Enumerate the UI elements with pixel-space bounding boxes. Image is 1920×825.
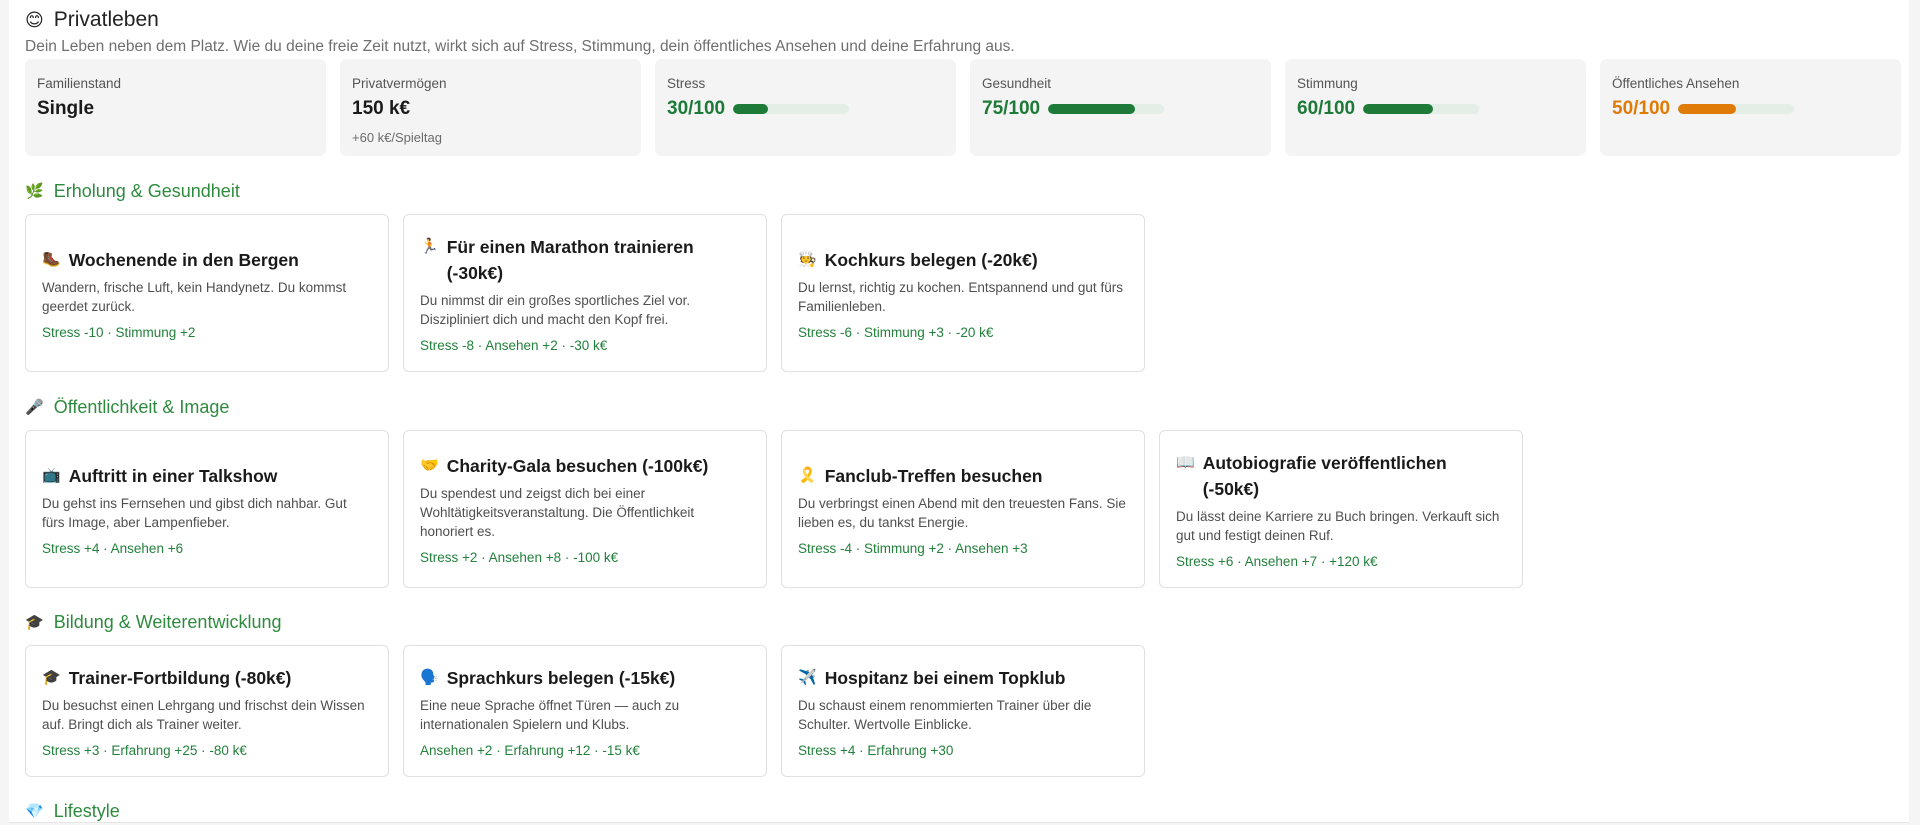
card-description: Du lernst, richtig zu kochen. Entspannen… [798,279,1123,314]
stat-value: 50/100 [1612,98,1671,119]
card-effects: Ansehen +2 · Erfahrung +12 · -15 k€ [420,742,640,758]
card-title: Für einen Marathon trainieren (-30k€) [446,236,694,283]
book-icon: 📖 [1176,453,1195,471]
page-title: Privatleben [53,8,159,31]
runner-icon: 🏃 [420,237,439,255]
stat-stress: Stress 30/100 [655,59,956,156]
ribbon-icon: 🎗️ [798,466,817,484]
section-bildung-cards: 🎓 Trainer-Fortbildung (-80k€) Du besuchst… [25,645,1145,777]
card-description: Du nimmst dir ein großes sportliches Zie… [420,292,691,327]
gem-icon: 💎 [25,802,44,820]
card-description: Eine neue Sprache öffnet Türen — auch zu… [420,697,680,732]
card-description: Du lässt deine Karriere zu Buch bringen.… [1176,508,1500,543]
card-title: Kochkurs belegen (-20k€) [824,249,1038,270]
activity-card-kochkurs[interactable]: 🧑‍🍳 Kochkurs belegen (-20k€) Du lernst, r… [781,214,1145,372]
activity-card-marathon[interactable]: 🏃 Für einen Marathon trainieren (-30k€) D… [403,214,767,372]
ansehen-bar-fill [1678,104,1737,114]
hiking-boot-icon: 🥾 [42,250,61,268]
page-header: 😊 Privatleben [25,8,159,32]
card-title: Hospitanz bei einem Topklub [824,667,1066,688]
activity-card-charity-gala[interactable]: 🤝 Charity-Gala besuchen (-100k€) Du spend… [403,430,767,588]
activity-card-hospitanz[interactable]: ✈️ Hospitanz bei einem Topklub Du schaust… [781,645,1145,777]
card-description: Wandern, frische Luft, kein Handynetz. D… [42,279,347,314]
card-effects: Stress +3 · Erfahrung +25 · -80 k€ [42,742,247,758]
card-description: Du spendest und zeigst dich bei einer Wo… [420,486,695,539]
stat-privatvermoegen: Privatvermögen 150 k€ +60 k€/Spieltag [340,59,641,156]
card-title: Fanclub-Treffen besuchen [824,465,1043,486]
card-description: Du gehst ins Fernsehen und gibst dich na… [42,495,347,530]
gesundheit-bar [1048,104,1165,114]
card-title: Wochenende in den Bergen [68,249,299,270]
stat-stimmung: Stimmung 60/100 [1285,59,1586,156]
card-title: Autobiografie veröffentlichen (-50k€) [1202,452,1447,499]
section-title: Erholung & Gesundheit [53,180,240,201]
card-effects: Stress -10 · Stimmung +2 [42,324,196,340]
privatleben-panel: 😊 Privatleben Dein Leben neben dem Platz… [9,0,1909,823]
stat-ansehen: Öffentliches Ansehen 50/100 [1600,59,1901,156]
cook-icon: 🧑‍🍳 [798,250,817,268]
section-erholung-heading: 🌿 Erholung & Gesundheit [25,180,240,202]
stat-gesundheit: Gesundheit 75/100 [970,59,1271,156]
stat-label: Stimmung [1297,76,1358,91]
card-effects: Stress -8 · Ansehen +2 · -30 k€ [420,337,608,353]
activity-card-trainer-fortbildung[interactable]: 🎓 Trainer-Fortbildung (-80k€) Du besuchst… [25,645,389,777]
stat-label: Öffentliches Ansehen [1612,76,1740,91]
section-oeffentlichkeit-heading: 🎤 Öffentlichkeit & Image [25,396,229,418]
activity-card-bergwochenende[interactable]: 🥾 Wochenende in den Bergen Wandern, frisc… [25,214,389,372]
activity-card-fanclub[interactable]: 🎗️ Fanclub-Treffen besuchen Du verbringst… [781,430,1145,588]
section-title: Lifestyle [53,800,120,821]
activity-card-talkshow[interactable]: 📺 Auftritt in einer Talkshow Du gehst ins… [25,430,389,588]
stat-value: 60/100 [1297,98,1356,119]
card-effects: Stress +4 · Ansehen +6 [42,540,184,556]
handshake-icon: 🤝 [420,457,439,474]
card-effects: Stress +6 · Ansehen +7 · +120 k€ [1176,553,1378,569]
ansehen-bar [1678,104,1795,114]
card-title: Auftritt in einer Talkshow [68,465,278,486]
card-effects: Stress +4 · Erfahrung +30 [798,742,954,758]
page-description: Dein Leben neben dem Platz. Wie du deine… [25,38,1015,55]
activity-card-sprachkurs[interactable]: 🗣️ Sprachkurs belegen (-15k€) Eine neue S… [403,645,767,777]
herb-icon: 🌿 [25,182,44,200]
stat-label: Familienstand [37,76,122,91]
section-bildung-heading: 🎓 Bildung & Weiterentwicklung [25,611,281,633]
stress-bar [733,104,850,114]
activity-card-autobiografie[interactable]: 📖 Autobiografie veröffentlichen (-50k€) D… [1159,430,1523,588]
section-title: Bildung & Weiterentwicklung [53,611,282,632]
section-oeffentlichkeit-cards: 📺 Auftritt in einer Talkshow Du gehst ins… [25,430,1523,588]
card-title: Charity-Gala besuchen (-100k€) [446,456,709,476]
gesundheit-bar-fill [1048,104,1136,114]
stat-label: Privatvermögen [352,76,447,91]
stat-value: Single [37,98,95,119]
stimmung-bar-fill [1363,104,1433,114]
graduation-cap-icon: 🎓 [42,668,61,686]
smiley-icon: 😊 [25,10,44,30]
speaking-head-icon: 🗣️ [420,668,439,686]
stat-value: 150 k€ [352,98,411,119]
stat-value: 30/100 [667,98,726,119]
section-title: Öffentlichkeit & Image [53,396,230,417]
stress-bar-fill [733,104,768,114]
airplane-icon: ✈️ [798,668,817,686]
stat-familienstand: Familienstand Single [25,59,326,156]
card-title: Trainer-Fortbildung (-80k€) [68,667,292,688]
section-lifestyle-heading: 💎 Lifestyle [25,800,120,822]
card-effects: Stress -4 · Stimmung +2 · Ansehen +3 [798,540,1028,556]
microphone-icon: 🎤 [25,398,44,416]
graduation-cap-icon: 🎓 [25,613,44,631]
section-erholung-cards: 🥾 Wochenende in den Bergen Wandern, frisc… [25,214,1145,372]
card-effects: Stress +2 · Ansehen +8 · -100 k€ [420,550,619,565]
card-description: Du besuchst einen Lehrgang und frischst … [42,697,365,732]
stat-label: Stress [667,76,706,91]
card-description: Du verbringst einen Abend mit den treues… [798,495,1126,530]
stat-income: +60 k€/Spieltag [352,130,442,145]
card-title: Sprachkurs belegen (-15k€) [446,667,676,688]
tv-icon: 📺 [42,466,61,484]
stimmung-bar [1363,104,1480,114]
stat-value: 75/100 [982,98,1041,119]
stat-label: Gesundheit [982,76,1052,91]
stats-row: Familienstand Single Privatvermögen 150 … [25,59,1901,156]
card-effects: Stress -6 · Stimmung +3 · -20 k€ [798,324,994,340]
card-description: Du schaust einem renommierten Trainer üb… [798,697,1092,732]
